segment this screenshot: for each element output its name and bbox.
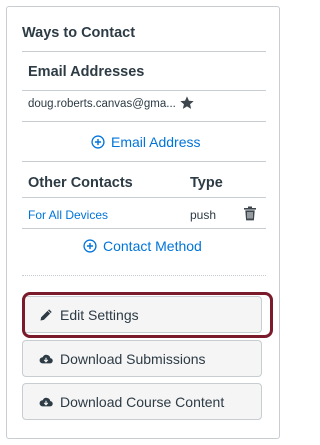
- divider: [22, 197, 266, 198]
- add-email-address-link[interactable]: Email Address: [91, 134, 200, 150]
- dotted-divider: [22, 275, 266, 276]
- edit-settings-button[interactable]: Edit Settings: [22, 296, 262, 333]
- plus-circle-icon: [91, 135, 105, 149]
- cloud-download-icon: [39, 397, 53, 406]
- type-heading: Type: [190, 175, 223, 191]
- contact-method-type: push: [190, 208, 217, 222]
- divider: [22, 161, 266, 162]
- download-submissions-button[interactable]: Download Submissions: [22, 340, 262, 377]
- star-icon[interactable]: [179, 95, 195, 111]
- plus-circle-icon: [83, 239, 97, 253]
- download-submissions-label: Download Submissions: [60, 350, 206, 367]
- cloud-download-icon: [39, 354, 53, 363]
- edit-settings-label: Edit Settings: [60, 306, 139, 323]
- other-contacts-heading: Other Contacts: [28, 175, 133, 191]
- add-contact-method-link[interactable]: Contact Method: [83, 238, 202, 254]
- divider: [22, 121, 266, 122]
- divider: [22, 90, 266, 91]
- email-address-value: doug.roberts.canvas@gma...: [28, 98, 176, 110]
- email-addresses-heading: Email Addresses: [28, 64, 145, 80]
- add-email-address-label: Email Address: [111, 134, 201, 150]
- divider: [22, 228, 266, 229]
- divider: [22, 51, 266, 52]
- download-course-content-button[interactable]: Download Course Content: [22, 383, 262, 420]
- trash-icon[interactable]: [243, 206, 257, 221]
- section-title: Ways to Contact: [22, 25, 136, 41]
- ways-to-contact-panel: Ways to Contact Email Addresses doug.rob…: [6, 6, 280, 439]
- download-course-content-label: Download Course Content: [60, 393, 225, 410]
- pencil-icon: [40, 308, 52, 321]
- add-contact-method-label: Contact Method: [103, 238, 202, 254]
- contact-method-link[interactable]: For All Devices: [28, 208, 108, 222]
